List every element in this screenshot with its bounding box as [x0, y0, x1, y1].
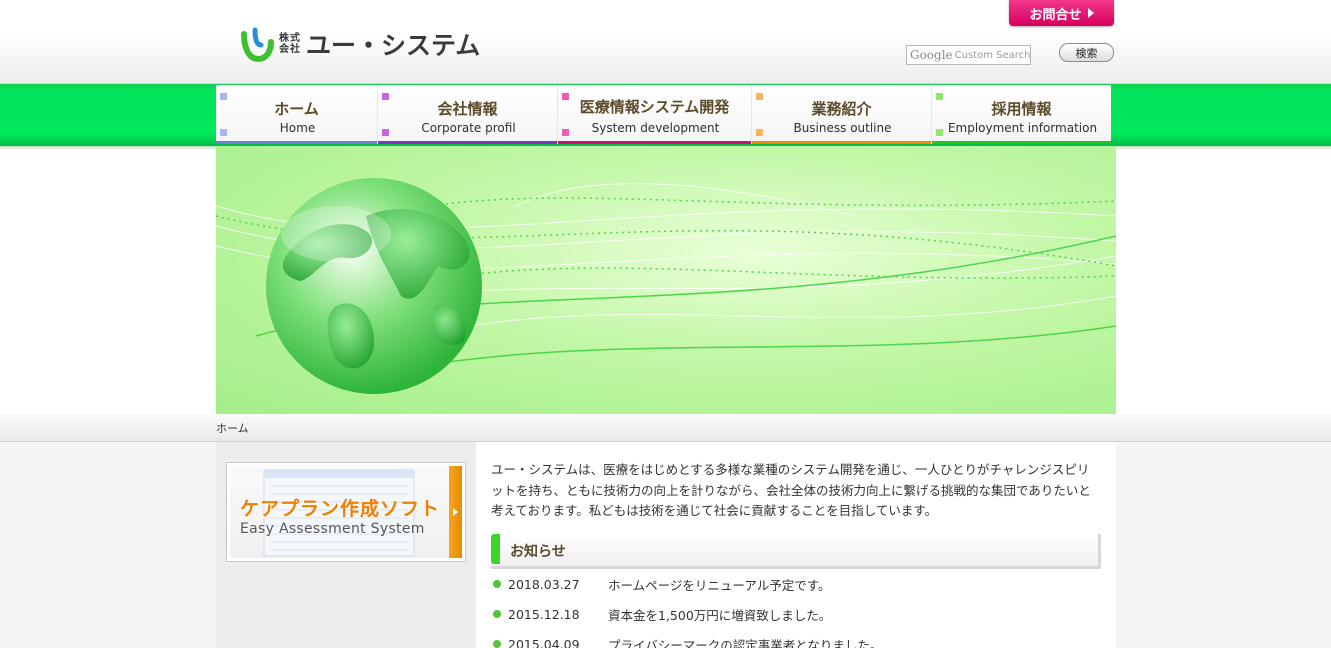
nav-underline: [558, 141, 751, 144]
hero-globe-illustration: [216, 178, 1116, 394]
site-header: 株式 会社 ユー・システム お問合せ Google Custom Search …: [0, 0, 1331, 84]
careplan-banner[interactable]: ケアプラン作成ソフト Easy Assessment System: [226, 462, 466, 562]
nav-label-en: System development: [591, 121, 720, 135]
nav-item-employment[interactable]: 採用情報 Employment information: [932, 85, 1111, 144]
nav-underline: [216, 141, 377, 144]
nav-item-system[interactable]: 医療情報システム開発 System development: [558, 85, 752, 144]
nav-label-jp: 医療情報システム開発: [579, 98, 730, 116]
contact-button-label: お問合せ: [1029, 7, 1082, 23]
search-button[interactable]: 検索: [1059, 43, 1114, 62]
nav-underline: [932, 141, 1111, 144]
breadcrumb-bar: [0, 414, 1331, 442]
logo-company-name: ユー・システム: [306, 31, 481, 60]
news-date: 2015.04.09: [508, 636, 580, 648]
news-date: 2015.12.18: [508, 606, 580, 622]
banner-subtitle: Easy Assessment System: [240, 521, 425, 537]
nav-underline: [752, 141, 931, 144]
news-item[interactable]: 2015.04.09 プライバシーマークの認定事業者となりました。: [493, 634, 882, 648]
news-heading: お知らせ: [491, 534, 1101, 569]
arrow-right-icon: [1087, 8, 1094, 18]
logo-corp-line1: 株式: [279, 33, 301, 44]
hero-image: [216, 146, 1116, 414]
nav-item-corporate[interactable]: 会社情報 Corporate profil: [378, 85, 558, 144]
site-logo[interactable]: 株式 会社 ユー・システム: [238, 26, 481, 63]
news-date: 2018.03.27: [508, 576, 580, 592]
breadcrumb-home[interactable]: ホーム: [216, 420, 249, 436]
nav-label-jp: 採用情報: [991, 100, 1052, 118]
nav-label-en: Employment information: [947, 121, 1098, 135]
nav-label-en: Business outline: [793, 121, 892, 135]
nav-label-jp: ホーム: [274, 100, 319, 118]
contact-button[interactable]: お問合せ: [1009, 0, 1114, 26]
news-item[interactable]: 2018.03.27 ホームページをリニューアル予定です。: [493, 574, 831, 594]
nav-underline: [378, 141, 557, 144]
search-placeholder: Custom Search: [954, 49, 1031, 61]
careplan-banner-inner: ケアプラン作成ソフト Easy Assessment System: [230, 466, 462, 558]
nav-label-jp: 業務紹介: [811, 100, 872, 118]
news-text: ホームページをリニューアル予定です。: [608, 577, 831, 593]
logo-corp-line2: 会社: [279, 44, 301, 55]
news-item[interactable]: 2015.12.18 資本金を1,500万円に増資致しました。: [493, 604, 831, 624]
bullet-icon: [493, 640, 501, 648]
global-nav: ホーム Home 会社情報 Corporate profil 医療情報システム開…: [216, 85, 1111, 144]
logo-mark-icon: [238, 26, 274, 63]
news-title: お知らせ: [510, 544, 566, 560]
banner-title: ケアプラン作成ソフト: [240, 498, 441, 520]
nav-item-business[interactable]: 業務紹介 Business outline: [752, 85, 932, 144]
google-logo: Google: [910, 48, 953, 62]
nav-item-home[interactable]: ホーム Home: [216, 85, 378, 144]
news-text: プライバシーマークの認定事業者となりました。: [608, 637, 883, 648]
logo-corp-type: 株式 会社: [279, 33, 301, 55]
news-text: 資本金を1,500万円に増資致しました。: [608, 607, 832, 623]
bullet-icon: [493, 580, 501, 588]
nav-label-jp: 会社情報: [437, 100, 498, 118]
bullet-icon: [493, 610, 501, 618]
nav-label-en: Corporate profil: [421, 121, 516, 135]
heading-marker-icon: [491, 534, 500, 564]
chevron-right-icon: [449, 466, 462, 558]
nav-label-en: Home: [279, 121, 316, 135]
search-input[interactable]: Google Custom Search: [906, 45, 1031, 65]
company-intro: ユー・システムは、医療をはじめとする多様な業種のシステム開発を通じ、一人ひとりが…: [491, 462, 1091, 518]
